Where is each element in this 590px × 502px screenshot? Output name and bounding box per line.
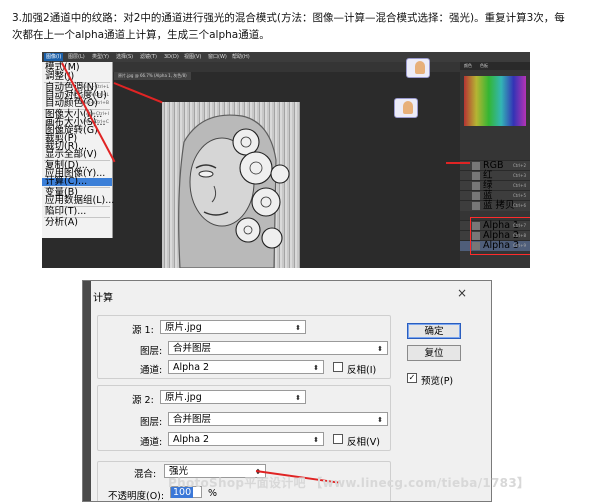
- swatches-grid[interactable]: [464, 76, 526, 126]
- dropdown-caret-icon: ⬍: [377, 345, 383, 353]
- menu-item-auto-color[interactable]: 自动颜色(O) Shift+Ctrl+B: [42, 99, 112, 109]
- source2-invert-checkbox[interactable]: [333, 434, 343, 444]
- dialog-background-strip: [83, 281, 91, 501]
- ps-menu-image[interactable]: 图像(I): [44, 53, 64, 61]
- menu-item-calculations[interactable]: 计算(C)...: [42, 177, 112, 186]
- menu-item-reveal-all[interactable]: 显示全部(V): [42, 150, 112, 160]
- dropdown-caret-icon: ⬍: [313, 364, 319, 372]
- source1-select[interactable]: 原片.jpg ⬍: [160, 320, 306, 334]
- dialog-title: 计算: [93, 293, 113, 304]
- source2-layer-select[interactable]: 合并图层 ⬍: [168, 412, 388, 426]
- ps-menu-select[interactable]: 选择(S): [114, 53, 135, 61]
- ps-menu-filter[interactable]: 滤镜(T): [138, 53, 159, 61]
- source2-invert-label: 反相(V): [347, 437, 380, 448]
- ps-menubar: 图像(I) 图层(L) 类型(Y) 选择(S) 滤镜(T) 3D(D) 视图(V…: [42, 52, 530, 62]
- photoshop-screenshot: 图像(I) 图层(L) 类型(Y) 选择(S) 滤镜(T) 3D(D) 视图(V…: [42, 52, 530, 268]
- annotation-arrow: [446, 162, 470, 164]
- ps-menu-layer[interactable]: 图层(L): [66, 53, 87, 61]
- channel-thumbnail: [472, 162, 480, 170]
- ps-panel-tabs: 颜色 色板: [460, 62, 530, 70]
- blending-label: 混合:: [134, 469, 157, 480]
- source1-layer-select[interactable]: 合并图层 ⬍: [168, 341, 388, 355]
- source2-layer-label: 图层:: [140, 417, 163, 428]
- ps-menu-type[interactable]: 类型(Y): [90, 53, 111, 61]
- canvas-image[interactable]: [162, 102, 300, 268]
- close-icon[interactable]: ×: [455, 286, 469, 300]
- channel-thumbnail: [472, 182, 480, 190]
- source1-channel-select[interactable]: Alpha 2 ⬍: [168, 360, 324, 374]
- menu-item-trap[interactable]: 陷印(T)...: [42, 207, 112, 217]
- menu-item-analysis[interactable]: 分析(A): [42, 218, 112, 228]
- tab-color[interactable]: 颜色: [464, 63, 472, 69]
- menu-item-adjust[interactable]: 调整(J): [42, 72, 112, 82]
- ps-menu-window[interactable]: 窗口(W): [206, 53, 229, 61]
- source2-channel-select[interactable]: Alpha 2 ⬍: [168, 432, 324, 446]
- dropdown-caret-icon: ⬍: [295, 324, 301, 332]
- watermark-text: PhotoShop平面设计吧 【www.linecg.com/tieba/178…: [168, 476, 530, 490]
- source1-label: 源 1:: [132, 325, 154, 336]
- ps-menu-help[interactable]: 帮助(H): [230, 53, 252, 61]
- source1-group: 源 1: 原片.jpg ⬍ 图层: 合并图层 ⬍ 通道: Alpha 2 ⬍ 反相(I…: [97, 315, 391, 379]
- source2-label: 源 2:: [132, 395, 154, 406]
- source1-layer-label: 图层:: [140, 346, 163, 357]
- source1-invert-checkbox[interactable]: [333, 362, 343, 372]
- instruction-text: 3.加强2通道中的纹路：对2中的通道进行强光的混合模式(方法：图像—计算—混合模…: [12, 12, 565, 41]
- channel-thumbnail: [472, 172, 480, 180]
- source2-select[interactable]: 原片.jpg ⬍: [160, 390, 306, 404]
- float-badge-icon: [406, 58, 430, 78]
- annotation-arrow: [113, 82, 163, 104]
- ps-document-tab[interactable]: 原片.jpg @ 66.7% (Alpha 1, 灰色/8): [114, 72, 191, 80]
- channel-thumbnail: [472, 192, 480, 200]
- ok-button[interactable]: 确定: [407, 323, 461, 339]
- ps-menu-view[interactable]: 视图(V): [182, 53, 203, 61]
- channels-highlight-box: [470, 217, 530, 255]
- source1-invert-label: 反相(I): [347, 365, 377, 376]
- ps-image-menu: 模式(M) 调整(J) 自动色调(N)Shift+Ctrl+L 自动对比度(U)…: [42, 62, 114, 238]
- embossed-portrait-image: [178, 114, 290, 268]
- source1-channel-label: 通道:: [140, 365, 163, 376]
- reset-button[interactable]: 复位: [407, 345, 461, 361]
- tab-swatches[interactable]: 色板: [480, 63, 488, 69]
- source2-group: 源 2: 原片.jpg ⬍ 图层: 合并图层 ⬍ 通道: Alpha 2 ⬍ 反相(V…: [97, 385, 391, 451]
- ps-menu-3d[interactable]: 3D(D): [162, 53, 181, 61]
- float-badge-icon: [394, 98, 418, 118]
- menu-item-apply-dataset[interactable]: 应用数据组(L)...: [42, 196, 114, 206]
- channel-row[interactable]: 蓝 拷贝 Ctrl+6: [460, 200, 530, 211]
- dropdown-caret-icon: ⬍: [313, 436, 319, 444]
- source2-channel-label: 通道:: [140, 437, 163, 448]
- channel-thumbnail: [472, 202, 480, 210]
- preview-checkbox[interactable]: ✓: [407, 373, 417, 383]
- calculations-dialog: 计算 × 源 1: 原片.jpg ⬍ 图层: 合并图层 ⬍ 通道: Alpha 2 ⬍…: [82, 280, 492, 502]
- preview-label: 预览(P): [421, 376, 454, 387]
- dropdown-caret-icon: ⬍: [295, 394, 301, 402]
- dropdown-caret-icon: ⬍: [377, 416, 383, 424]
